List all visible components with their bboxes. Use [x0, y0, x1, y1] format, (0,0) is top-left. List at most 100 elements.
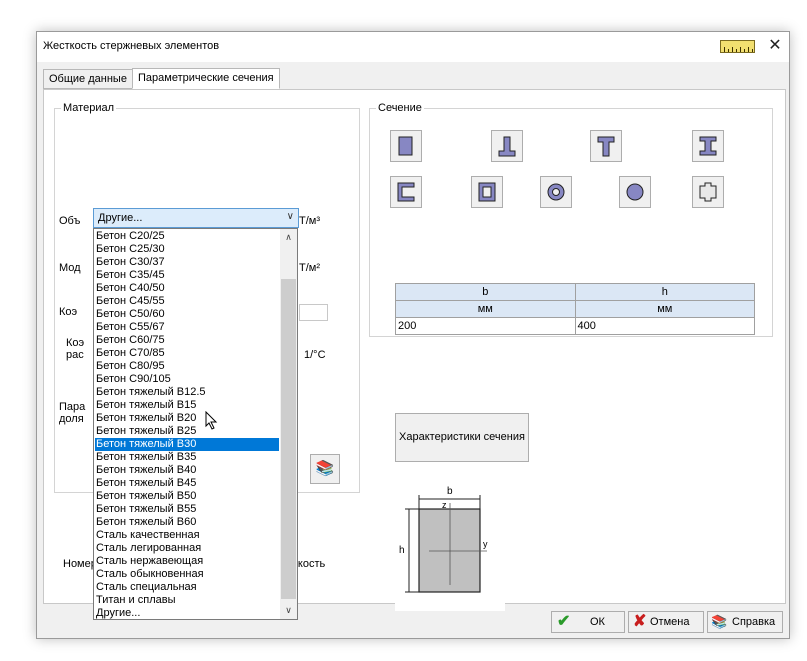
ok-button[interactable]: ✔ ОК: [551, 611, 625, 633]
parameter-label-2: доля: [59, 413, 84, 425]
cross-section-icon: [699, 182, 717, 202]
material-combo[interactable]: Другие... ∨: [93, 208, 299, 228]
dropdown-item[interactable]: Бетон C60/75: [95, 334, 279, 347]
cancel-button-label: Отмена: [650, 616, 690, 628]
dropdown-item[interactable]: Бетон тяжелый В40: [95, 464, 279, 477]
dropdown-item[interactable]: Бетон тяжелый В50: [95, 490, 279, 503]
material-dropdown-list[interactable]: Бетон C20/25 Бетон C25/30 Бетон C30/37 Бето…: [93, 228, 298, 620]
ring-section-button[interactable]: [540, 176, 572, 208]
unit-h: мм: [574, 300, 755, 318]
dropdown-item[interactable]: Сталь нержавеющая: [95, 555, 279, 568]
dropdown-item[interactable]: Бетон C30/37: [95, 256, 279, 269]
dropdown-item[interactable]: Бетон C45/55: [95, 295, 279, 308]
dropdown-item[interactable]: Бетон тяжелый В55: [95, 503, 279, 516]
unit-b: мм: [395, 300, 576, 318]
dropdown-item[interactable]: Сталь качественная: [95, 529, 279, 542]
book-button[interactable]: 📚: [310, 454, 340, 484]
material-combo-value: Другие...: [98, 212, 143, 224]
dropdown-item[interactable]: Бетон тяжелый В45: [95, 477, 279, 490]
dropdown-item[interactable]: Сталь обыкновенная: [95, 568, 279, 581]
close-button[interactable]: ✕: [761, 32, 789, 60]
parameter-label-1: Пара: [59, 401, 86, 413]
rectangle-section-icon: [398, 136, 413, 156]
diagram-z-label: z: [442, 500, 447, 510]
i-beam-section-button[interactable]: [692, 130, 724, 162]
diagram-h-label: h: [399, 545, 405, 556]
tab-page: Материал Объ Мод Коэ Коэ рас Пара доля Т…: [43, 89, 786, 620]
dropdown-item[interactable]: Бетон C50/60: [95, 308, 279, 321]
material-group-label: Материал: [61, 102, 116, 114]
expansion-unit: 1/°C: [304, 349, 326, 361]
coefficient-input[interactable]: [299, 304, 328, 321]
section-characteristics-button[interactable]: Характеристики сечения: [395, 413, 529, 462]
circle-section-button[interactable]: [619, 176, 651, 208]
modulus-label: Мод: [59, 262, 81, 274]
dropdown-item[interactable]: Бетон C70/85: [95, 347, 279, 360]
t-section-button[interactable]: [590, 130, 622, 162]
value-b-cell[interactable]: 200: [395, 317, 576, 335]
t-inverted-section-button[interactable]: [491, 130, 523, 162]
coefficient-label: Коэ: [59, 306, 78, 318]
dropdown-item[interactable]: Сталь специальная: [95, 581, 279, 594]
section-group-label: Сечение: [376, 102, 424, 114]
dropdown-item[interactable]: Бетон C40/50: [95, 282, 279, 295]
title-bar: Жесткость стержневых элементов ✕: [37, 32, 789, 62]
help-book-icon: 📚: [711, 614, 728, 629]
scroll-up-icon[interactable]: ∧: [280, 229, 297, 246]
expansion-coef-label-1: Коэ: [66, 337, 85, 349]
dropdown-scrollbar[interactable]: ∧ ∨: [280, 229, 297, 619]
chevron-down-icon: ∨: [286, 211, 294, 222]
dropdown-items: Бетон C20/25 Бетон C25/30 Бетон C30/37 Бето…: [95, 230, 279, 620]
dropdown-item[interactable]: Бетон тяжелый В15: [95, 399, 279, 412]
dropdown-item[interactable]: Бетон тяжелый В25: [95, 425, 279, 438]
diagram-y-label: y: [483, 539, 488, 549]
ring-section-icon: [547, 183, 565, 201]
header-b: b: [395, 283, 576, 301]
dialog-title: Жесткость стержневых элементов: [43, 40, 220, 52]
channel-section-button[interactable]: [390, 176, 422, 208]
t-section-icon: [597, 136, 615, 157]
section-params-table: b h мм мм 200 400: [395, 283, 755, 335]
dropdown-item[interactable]: Бетон C25/30: [95, 243, 279, 256]
box-section-icon: [478, 182, 496, 202]
dropdown-item[interactable]: Бетон тяжелый В35: [95, 451, 279, 464]
help-button-label: Справка: [732, 616, 776, 628]
i-beam-section-icon: [699, 136, 717, 156]
circle-section-icon: [626, 183, 644, 201]
dropdown-item[interactable]: Бетон тяжелый В60: [95, 516, 279, 529]
scroll-thumb[interactable]: [281, 279, 296, 599]
dropdown-item[interactable]: Бетон тяжелый В20: [95, 412, 279, 425]
t-inverted-section-icon: [498, 136, 516, 157]
book-icon: 📚: [315, 460, 335, 477]
dropdown-item[interactable]: Бетон C55/67: [95, 321, 279, 334]
ok-button-label: ОК: [590, 616, 605, 628]
density-label: Объ: [59, 215, 81, 227]
cross-section-button[interactable]: [692, 176, 724, 208]
rectangle-section-button[interactable]: [390, 130, 422, 162]
dropdown-item[interactable]: Бетон C35/45: [95, 269, 279, 282]
tab-general[interactable]: Общие данные: [43, 69, 133, 89]
dropdown-item[interactable]: Бетон C20/25: [95, 230, 279, 243]
header-h: h: [574, 283, 755, 301]
dropdown-item[interactable]: Сталь легированная: [95, 542, 279, 555]
tab-parametric-sections[interactable]: Параметрические сечения: [132, 68, 280, 89]
dropdown-item[interactable]: Бетон C90/105: [95, 373, 279, 386]
dropdown-item[interactable]: Бетон C80/95: [95, 360, 279, 373]
cross-icon: ✘: [633, 613, 647, 630]
scroll-down-icon[interactable]: ∨: [280, 602, 297, 619]
check-icon: ✔: [557, 613, 571, 630]
help-button[interactable]: 📚 Справка: [707, 611, 783, 633]
channel-section-icon: [397, 182, 415, 202]
box-section-button[interactable]: [471, 176, 503, 208]
diagram-b-label: b: [447, 486, 453, 497]
dropdown-item[interactable]: Бетон тяжелый В12.5: [95, 386, 279, 399]
expansion-coef-label-2: рас: [66, 349, 84, 361]
ruler-icon[interactable]: [720, 40, 755, 53]
dropdown-item[interactable]: Титан и сплавы: [95, 594, 279, 607]
modulus-unit: Т/м²: [299, 262, 321, 274]
value-h-cell[interactable]: 400: [574, 317, 755, 335]
dropdown-item[interactable]: Бетон тяжелый В30: [95, 438, 279, 451]
dropdown-item[interactable]: Другие...: [95, 607, 279, 620]
cancel-button[interactable]: ✘ Отмена: [628, 611, 704, 633]
mouse-cursor-icon: [205, 411, 218, 430]
